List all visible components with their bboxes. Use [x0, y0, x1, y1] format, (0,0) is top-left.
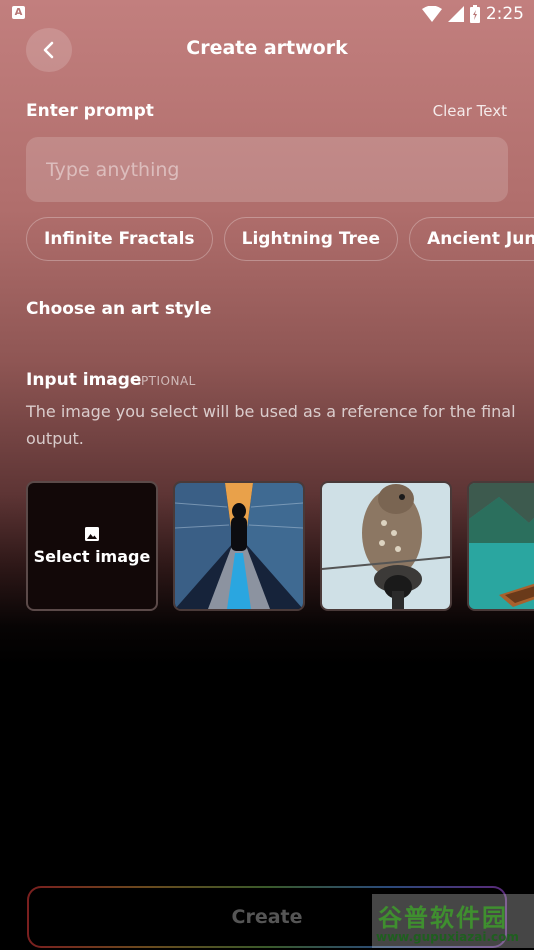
- optional-tag: OPTIONAL: [131, 374, 196, 388]
- watermark-logo-text: 谷普软件园: [378, 904, 508, 932]
- lake-photo: [469, 483, 534, 609]
- prompt-field[interactable]: [26, 137, 508, 202]
- image-icon: [85, 526, 99, 541]
- suggestion-chip[interactable]: Infinite Fractals: [26, 217, 213, 261]
- prompt-label: Enter prompt: [26, 101, 154, 121]
- input-image-description: The image you select will be used as a r…: [26, 402, 516, 448]
- clear-text-button[interactable]: Clear Text: [433, 102, 507, 120]
- sample-image-lake[interactable]: [467, 481, 534, 611]
- select-image-label: Select image: [33, 546, 151, 566]
- create-button-label: Create: [231, 906, 303, 928]
- prompt-input[interactable]: [44, 157, 490, 182]
- wifi-icon: [421, 6, 442, 22]
- header: Create artwork: [0, 28, 534, 72]
- sample-image-owl[interactable]: [320, 481, 453, 611]
- status-time: 2:25: [485, 4, 524, 24]
- input-image-label: Input image: [26, 370, 142, 390]
- sample-image-escalator[interactable]: [173, 481, 306, 611]
- battery-icon: [469, 5, 480, 23]
- watermark-url: www.gupuxiazai.com: [376, 930, 519, 944]
- page-title: Create artwork: [186, 37, 348, 59]
- app-notification-icon: A: [12, 6, 25, 19]
- image-picker: Select image: [26, 481, 534, 614]
- suggestion-chip[interactable]: Lightning Tree: [223, 217, 398, 261]
- select-image-button[interactable]: Select image: [26, 481, 158, 611]
- cellular-signal-icon: [447, 6, 464, 22]
- art-style-label: Choose an art style: [26, 299, 212, 319]
- escalator-photo: [175, 483, 304, 609]
- suggestion-chip[interactable]: Ancient Jungle T: [409, 217, 534, 261]
- watermark: 谷普软件园 www.gupuxiazai.com: [372, 894, 534, 948]
- status-bar: A 2:25: [0, 0, 534, 28]
- suggestion-chips: Infinite Fractals Lightning Tree Ancient…: [26, 217, 534, 261]
- owl-photo: [322, 483, 451, 609]
- status-icons: 2:25: [421, 3, 524, 25]
